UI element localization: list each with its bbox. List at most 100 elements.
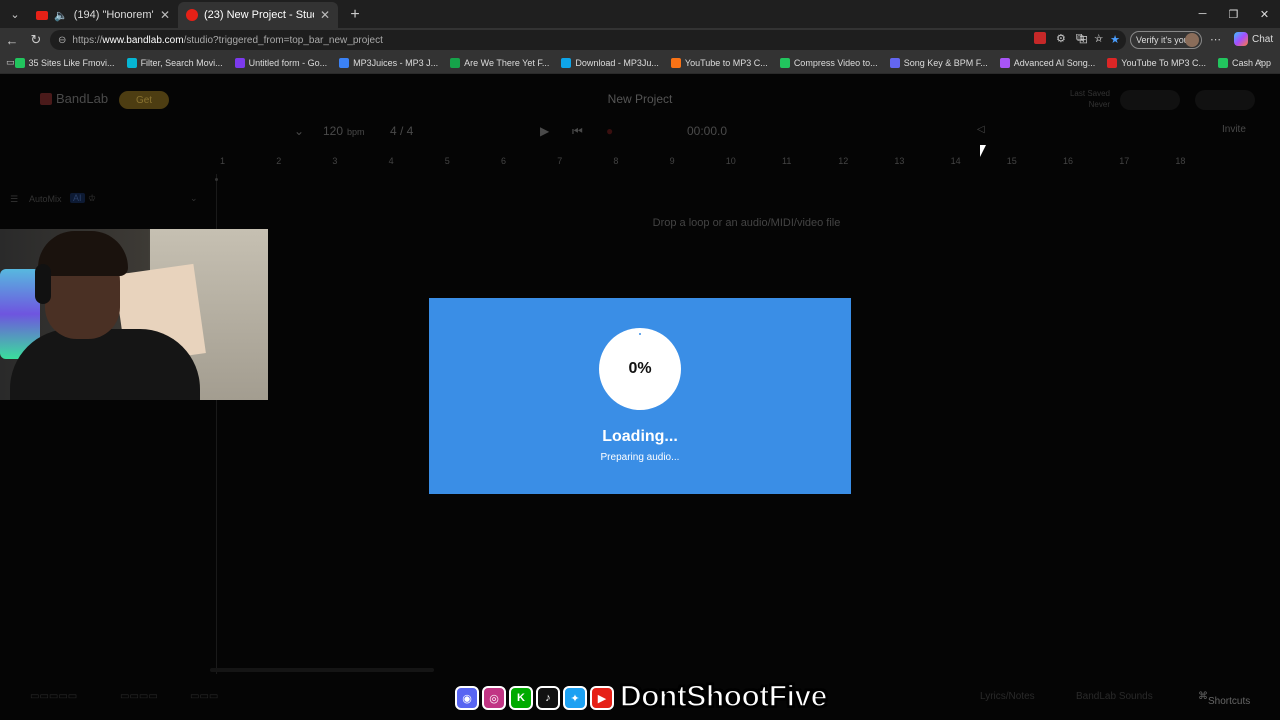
minimize-icon[interactable]: ─ <box>1187 0 1218 28</box>
last-saved-status: Last Saved Never <box>1050 88 1110 110</box>
drop-hint: Drop a loop or an audio/MIDI/video file <box>652 217 841 229</box>
tab-youtube[interactable]: 🔈 (194) "Honorem" - PARTYNEXT ✕ <box>28 2 178 28</box>
split-screen-icon[interactable]: ⧉ <box>1076 32 1084 45</box>
close-tab-icon[interactable]: ✕ <box>160 8 170 22</box>
shortcuts-button[interactable]: ⌘ Shortcuts <box>1198 691 1250 707</box>
bpm-value[interactable]: 120 <box>323 124 343 138</box>
studio-header: BandLab Get New Project Last Saved Never <box>0 74 1280 124</box>
lyrics-notes-button[interactable]: Lyrics/Notes <box>980 691 1035 702</box>
restore-icon[interactable]: ❐ <box>1218 0 1249 28</box>
bookmark-label: YouTube To MP3 C... <box>1121 57 1207 68</box>
bookmark-favicon-icon <box>561 57 572 68</box>
metronome-icon[interactable]: ◁ <box>977 124 985 135</box>
bookmark-item[interactable]: Untitled form - Go... <box>234 57 327 68</box>
get-membership-button[interactable]: Get <box>119 91 169 109</box>
ruler-bar-number: 12 <box>838 156 849 166</box>
chevron-down-icon[interactable]: ⌄ <box>190 193 198 204</box>
bookmark-item[interactable]: Advanced AI Song... <box>999 57 1096 68</box>
bookmark-item[interactable]: Download - MP3Ju... <box>561 57 659 68</box>
tab-menu-chevron-icon[interactable]: ⌄ <box>2 1 28 27</box>
back-arrow-icon[interactable]: ← <box>0 33 24 48</box>
speaker-icon[interactable]: 🔈 <box>54 9 68 22</box>
bookmark-favicon-icon <box>450 57 461 68</box>
profile-verify-button[interactable]: Verify it's you <box>1130 31 1202 49</box>
ruler-bar-number: 10 <box>725 156 736 166</box>
address-bar-row: ← ↻ ⊖ https://www.bandlab.com/studio?tri… <box>0 28 1280 52</box>
bookmark-item[interactable]: Filter, Search Movi... <box>126 57 223 68</box>
bookmark-label: Cash App <box>1232 57 1272 68</box>
bookmark-item[interactable]: Compress Video to... <box>779 57 878 68</box>
publish-button[interactable] <box>1195 90 1255 110</box>
ruler-bar-number: 18 <box>1175 156 1186 166</box>
bookmark-item[interactable]: 35 Sites Like Fmovi... <box>14 57 115 68</box>
project-title[interactable]: New Project <box>540 92 740 106</box>
favorites-icon[interactable]: ☆ <box>1094 32 1104 45</box>
bottom-tool-1[interactable]: ▭▭▭▭▭ <box>30 691 77 702</box>
bookmark-label: MP3Juices - MP3 J... <box>353 57 439 68</box>
bookmarks-more-chevron-icon[interactable]: › <box>1259 56 1262 66</box>
playhead-marker[interactable] <box>215 178 218 181</box>
bookmark-item[interactable]: Song Key & BPM F... <box>889 57 988 68</box>
timeline-ruler[interactable]: 1 2 3 4 5 6 7 8 9 10 11 12 13 14 15 16 17 18 <box>216 150 1280 174</box>
loading-dialog: 0% Loading... Preparing audio... <box>429 298 851 494</box>
bookmark-favicon-icon <box>889 57 900 68</box>
tab-bandlab-studio[interactable]: (23) New Project - Studio ✕ <box>178 2 338 28</box>
bookmark-label: Are We There Yet F... <box>464 57 550 68</box>
reload-icon[interactable]: ↻ <box>24 32 48 48</box>
bottom-tool-2[interactable]: ▭▭▭▭ <box>120 691 158 702</box>
bookmarks-bar: ▭ 35 Sites Like Fmovi... Filter, Search M… <box>0 52 1280 74</box>
site-info-icon[interactable]: ⊖ <box>58 35 66 46</box>
copilot-chat-button[interactable]: Chat <box>1234 32 1273 46</box>
time-signature[interactable]: 4 / 4 <box>390 124 413 138</box>
automix-row[interactable]: ☰ AutoMix AI ♔ ⌄ <box>0 190 210 210</box>
bottom-tool-3[interactable]: ▭▭▭ <box>190 691 218 702</box>
tab-title: (23) New Project - Studio <box>204 9 314 21</box>
url-host: www.bandlab.com <box>102 34 184 46</box>
bookmark-label: Download - MP3Ju... <box>575 57 659 68</box>
close-tab-icon[interactable]: ✕ <box>320 8 330 22</box>
bookmark-label: YouTube to MP3 C... <box>684 57 768 68</box>
ruler-bar-number: 17 <box>1119 156 1130 166</box>
play-icon[interactable]: ▶ <box>540 124 549 138</box>
bookmark-item[interactable]: Are We There Yet F... <box>450 57 550 68</box>
chevron-down-icon[interactable]: ⌄ <box>294 124 304 138</box>
bookmark-favicon-icon <box>999 57 1010 68</box>
social-icons: ◉ ◎ K ♪ ✦ ▶ <box>455 686 614 710</box>
bpm-unit: bpm <box>347 127 365 137</box>
bookmark-label: Compress Video to... <box>793 57 878 68</box>
horizontal-scrollbar[interactable] <box>210 668 434 672</box>
youtube-favicon-icon <box>36 10 48 20</box>
bandlab-logo[interactable]: BandLab <box>40 91 108 106</box>
extension-red-icon[interactable] <box>1034 32 1046 44</box>
ruler-bar-number: 11 <box>782 156 792 166</box>
extensions-puzzle-icon[interactable]: ⚙ <box>1056 32 1066 45</box>
bookmark-favicon-icon <box>339 57 350 68</box>
bookmark-item[interactable]: MP3Juices - MP3 J... <box>339 57 439 68</box>
bookmark-item[interactable]: YouTube to MP3 C... <box>670 57 768 68</box>
close-window-icon[interactable]: ✕ <box>1249 0 1280 28</box>
ruler-bar-number: 2 <box>276 156 282 166</box>
url-prefix: https:// <box>72 34 103 46</box>
bookmark-favicon-icon <box>126 57 137 68</box>
avatar <box>1185 33 1199 47</box>
bookmark-star-icon[interactable]: ★ <box>1110 33 1120 46</box>
bookmark-favicon-icon <box>14 57 25 68</box>
instagram-icon: ◎ <box>482 686 506 710</box>
url-input[interactable]: ⊖ https://www.bandlab.com/studio?trigger… <box>50 30 1126 50</box>
extension-icons: ⚙ ⧉ ☆ <box>1034 32 1104 45</box>
bookmark-item[interactable]: YouTube To MP3 C... <box>1107 57 1207 68</box>
record-icon[interactable]: ● <box>606 124 613 138</box>
window-controls: ─ ❐ ✕ <box>1187 0 1280 28</box>
more-menu-icon[interactable]: ⋯ <box>1210 33 1221 46</box>
mouse-cursor-icon <box>980 145 992 157</box>
save-button[interactable] <box>1120 90 1180 110</box>
bookmark-label: Advanced AI Song... <box>1013 57 1096 68</box>
bookmark-item[interactable]: Cash App <box>1218 57 1272 68</box>
invite-button[interactable]: Invite <box>1222 124 1246 135</box>
webcam-overlay <box>0 229 268 400</box>
bandlab-sounds-button[interactable]: BandLab Sounds <box>1076 691 1153 702</box>
new-tab-plus-icon[interactable]: + <box>342 2 368 28</box>
bookmark-label: Filter, Search Movi... <box>140 57 223 68</box>
rewind-icon[interactable]: ⏮ <box>572 124 583 139</box>
reading-view-icon[interactable]: ▭ <box>6 57 15 68</box>
